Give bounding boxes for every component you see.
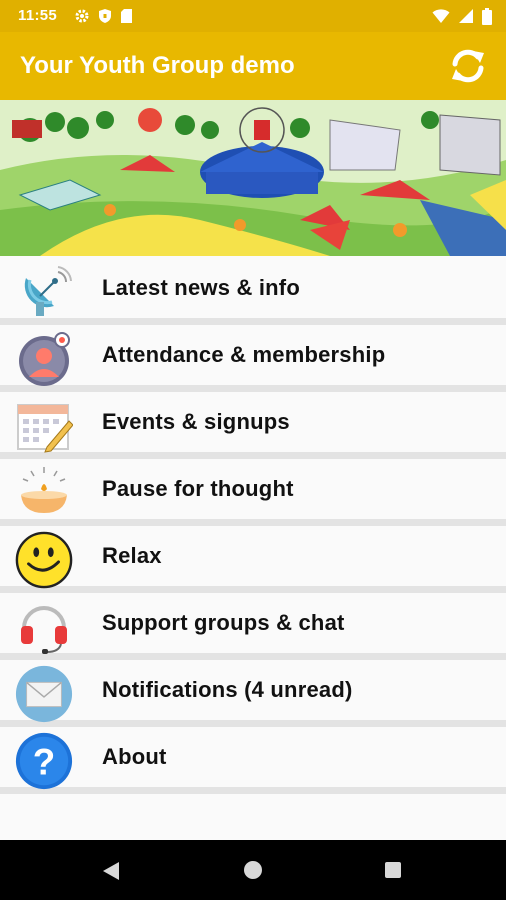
user-avatar-icon <box>14 331 74 387</box>
question-icon: ? <box>14 732 74 790</box>
headset-icon <box>14 599 74 655</box>
menu-item-relax[interactable]: Relax <box>0 526 506 593</box>
menu-item-label: Events & signups <box>102 409 290 434</box>
status-bar: 11:55 <box>0 0 506 32</box>
menu-item-notifications[interactable]: Notifications (4 unread) <box>0 660 506 727</box>
gear-icon <box>75 9 89 23</box>
festival-illustration <box>0 100 506 256</box>
envelope-icon <box>14 665 74 723</box>
recent-apps-icon[interactable] <box>385 862 401 878</box>
wifi-icon <box>432 9 450 23</box>
app-bar: Your Youth Group demo <box>0 32 506 100</box>
app-title: Your Youth Group demo <box>20 52 295 79</box>
sd-card-icon <box>121 9 132 23</box>
menu-item-news[interactable]: Latest news & info <box>0 258 506 325</box>
menu-item-support[interactable]: Support groups & chat <box>0 593 506 660</box>
smiley-icon <box>14 531 74 589</box>
menu-item-label: Notifications (4 unread) <box>102 677 353 702</box>
shield-icon <box>99 9 111 23</box>
home-icon[interactable] <box>244 861 262 879</box>
menu-item-pause[interactable]: Pause for thought <box>0 459 506 526</box>
status-time: 11:55 <box>18 7 58 24</box>
system-nav-bar <box>0 840 506 900</box>
battery-icon <box>482 7 492 25</box>
back-icon[interactable] <box>102 861 120 881</box>
menu-item-events[interactable]: Events & signups <box>0 392 506 459</box>
menu-item-attendance[interactable]: Attendance & membership <box>0 325 506 392</box>
status-icons-left <box>74 7 133 25</box>
refresh-icon <box>452 49 484 83</box>
menu-item-label: Relax <box>102 543 162 568</box>
calendar-icon <box>14 398 74 454</box>
svg-text:?: ? <box>33 742 55 783</box>
menu-item-about[interactable]: ? About <box>0 727 506 794</box>
refresh-button[interactable] <box>448 46 488 86</box>
signal-icon <box>459 9 473 23</box>
satellite-dish-icon <box>14 264 74 320</box>
menu-item-label: Latest news & info <box>102 275 300 300</box>
menu-item-label: About <box>102 744 167 769</box>
candle-icon <box>14 465 74 521</box>
menu-item-label: Pause for thought <box>102 476 294 501</box>
menu-item-label: Support groups & chat <box>102 610 345 635</box>
menu-item-label: Attendance & membership <box>102 342 386 367</box>
status-icons-right <box>432 7 492 25</box>
banner-image <box>0 100 506 256</box>
main-menu: Latest news & info Attendance & membersh… <box>0 258 506 794</box>
